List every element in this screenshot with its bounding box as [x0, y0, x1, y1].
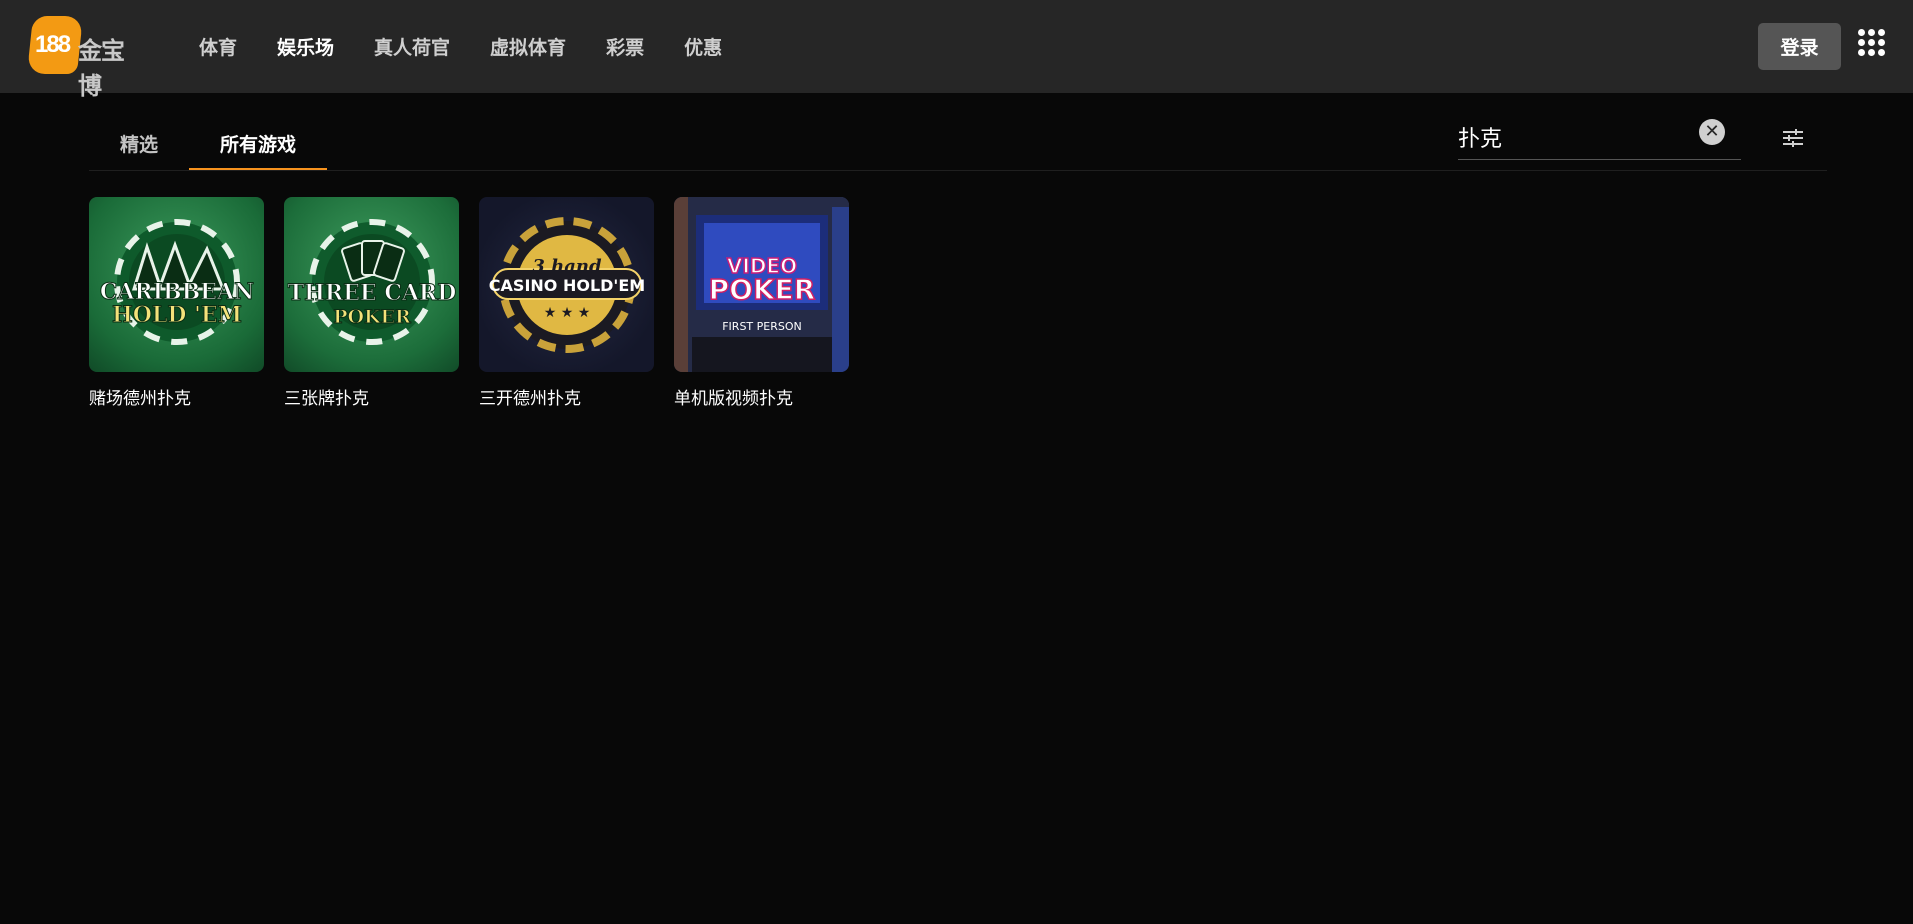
game-card-video-poker[interactable]: VIDEO POKER FIRST PERSON 单机版视频扑克 [674, 197, 849, 409]
tab-all-games[interactable]: 所有游戏 [189, 116, 328, 171]
art-line-2: POKER [333, 306, 411, 328]
brand-logo[interactable]: 188 金宝博 [26, 16, 142, 100]
art-line-1: 3 hand [532, 256, 602, 277]
game-title[interactable]: 赌场德州扑克 [89, 384, 264, 409]
main-nav: 体育 娱乐场 真人荷官 虚拟体育 彩票 优惠 [199, 0, 762, 93]
game-thumbnail[interactable]: CARIBBEAN HOLD 'EM [89, 197, 264, 372]
nav-item-lottery[interactable]: 彩票 [606, 33, 644, 60]
game-title[interactable]: 三张牌扑克 [284, 384, 459, 409]
game-title[interactable]: 单机版视频扑克 [674, 384, 849, 409]
game-title[interactable]: 三开德州扑克 [479, 384, 654, 409]
tab-divider [89, 170, 1827, 171]
search-box: ✕ [1458, 116, 1741, 160]
nav-item-sports[interactable]: 体育 [199, 33, 237, 60]
logo-number: 188 [35, 31, 71, 58]
art-line-2: HOLD 'EM [112, 302, 242, 328]
nav-item-promotions[interactable]: 优惠 [684, 33, 722, 60]
game-card-caribbean-holdem[interactable]: CARIBBEAN HOLD 'EM 赌场德州扑克 [89, 197, 264, 409]
login-button[interactable]: 登录 [1758, 23, 1841, 70]
logo-text: 金宝博 [78, 37, 125, 100]
search-input[interactable] [1458, 120, 1688, 154]
apps-grid-icon[interactable] [1858, 29, 1886, 57]
game-card-3-hand-casino-holdem[interactable]: 3 hand CASINO HOLD'EM ★ ★ ★ 三开德州扑克 [479, 197, 654, 409]
game-grid: CARIBBEAN HOLD 'EM 赌场德州扑克 THREE CARD POK… [89, 197, 869, 409]
nav-item-casino[interactable]: 娱乐场 [277, 33, 334, 60]
game-tabs: 精选 所有游戏 [89, 116, 328, 171]
game-thumbnail[interactable]: VIDEO POKER FIRST PERSON [674, 197, 849, 372]
nav-item-virtual-sports[interactable]: 虚拟体育 [490, 33, 566, 60]
nav-item-live-dealer[interactable]: 真人荷官 [374, 33, 450, 60]
art-line-2: CASINO HOLD'EM [489, 276, 645, 295]
game-thumbnail[interactable]: THREE CARD POKER [284, 197, 459, 372]
art-line-2: POKER [709, 273, 816, 306]
game-card-three-card-poker[interactable]: THREE CARD POKER 三张牌扑克 [284, 197, 459, 409]
art-line-1: THREE CARD [288, 280, 457, 306]
tab-featured[interactable]: 精选 [89, 116, 189, 171]
svg-text:★ ★ ★: ★ ★ ★ [544, 305, 591, 321]
filter-settings-icon[interactable] [1782, 127, 1804, 149]
art-line-3: FIRST PERSON [722, 320, 802, 333]
top-navigation-bar: 188 金宝博 体育 娱乐场 真人荷官 虚拟体育 彩票 优惠 登录 [0, 0, 1913, 100]
clear-search-icon[interactable]: ✕ [1699, 119, 1725, 145]
game-thumbnail[interactable]: 3 hand CASINO HOLD'EM ★ ★ ★ [479, 197, 654, 372]
